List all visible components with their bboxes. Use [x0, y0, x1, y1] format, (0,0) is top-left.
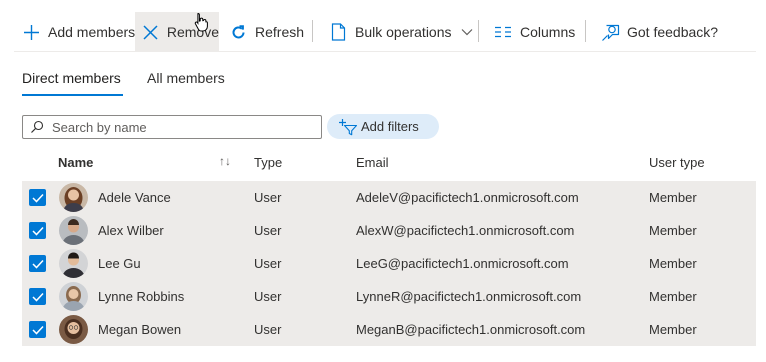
cell-email: AlexW@pacifictech1.onmicrosoft.com: [356, 223, 575, 238]
column-header-user-type[interactable]: User type: [649, 155, 705, 170]
add-members-button[interactable]: Add members: [21, 12, 135, 52]
columns-icon: [493, 22, 513, 42]
checkmark-icon: [31, 193, 44, 203]
active-tab-indicator: [22, 94, 123, 96]
filter-icon: [338, 118, 358, 136]
chevron-down-icon: [461, 28, 473, 36]
table-row[interactable]: Lee Gu User LeeG@pacifictech1.onmicrosof…: [22, 247, 756, 281]
plus-icon: [21, 22, 41, 42]
bulk-operations-label: Bulk operations: [355, 24, 452, 40]
cell-email: LynneR@pacifictech1.onmicrosoft.com: [356, 289, 582, 304]
search-box: [22, 115, 322, 139]
cell-name: Alex Wilber: [98, 223, 164, 238]
cell-name: Lee Gu: [98, 256, 141, 271]
cell-type: User: [254, 289, 282, 304]
refresh-label: Refresh: [255, 24, 305, 40]
cell-email: MeganB@pacifictech1.onmicrosoft.com: [356, 322, 586, 337]
tab-all-members[interactable]: All members: [147, 70, 225, 86]
cell-email: LeeG@pacifictech1.onmicrosoft.com: [356, 256, 569, 271]
row-checkbox[interactable]: [29, 321, 46, 338]
row-checkbox[interactable]: [29, 288, 46, 305]
search-icon: [30, 119, 46, 135]
toolbar-divider: [478, 20, 479, 42]
checkmark-icon: [31, 226, 44, 236]
toolbar-divider-line: [14, 51, 756, 52]
avatar: [59, 282, 88, 311]
avatar: [59, 216, 88, 245]
cell-user-type: Member: [649, 256, 697, 271]
add-filters-button[interactable]: Add filters: [327, 114, 439, 139]
toolbar-divider: [585, 20, 586, 42]
table-row[interactable]: Lynne Robbins User LynneR@pacifictech1.o…: [22, 280, 756, 314]
avatar: [59, 183, 88, 212]
sort-icon[interactable]: ↑↓: [219, 154, 231, 168]
row-checkbox[interactable]: [29, 222, 46, 239]
columns-button[interactable]: Columns: [493, 12, 575, 52]
row-checkbox[interactable]: [29, 189, 46, 206]
add-members-label: Add members: [48, 24, 136, 40]
search-input[interactable]: [50, 118, 314, 136]
column-header-name[interactable]: Name: [58, 155, 93, 170]
column-header-email[interactable]: Email: [356, 155, 389, 170]
hand-cursor-icon: [194, 12, 209, 37]
command-bar: Add members Remove Refresh Bulk operatio…: [0, 0, 766, 52]
feedback-icon: [600, 22, 620, 42]
cell-name: Megan Bowen: [98, 322, 182, 337]
x-icon: [142, 22, 160, 42]
row-checkbox[interactable]: [29, 255, 46, 272]
cell-name: Adele Vance: [98, 190, 171, 205]
feedback-button[interactable]: Got feedback?: [600, 12, 718, 52]
cell-type: User: [254, 190, 282, 205]
tab-direct-members[interactable]: Direct members: [22, 70, 121, 86]
avatar: [59, 315, 88, 344]
checkmark-icon: [31, 325, 44, 335]
feedback-label: Got feedback?: [627, 24, 719, 40]
cell-type: User: [254, 322, 282, 337]
cell-type: User: [254, 223, 282, 238]
cell-type: User: [254, 256, 282, 271]
document-icon: [328, 22, 348, 42]
cell-user-type: Member: [649, 223, 697, 238]
table-row[interactable]: Adele Vance User AdeleV@pacifictech1.onm…: [22, 181, 756, 215]
avatar: [59, 249, 88, 278]
remove-label: Remove: [166, 24, 219, 40]
cell-email: AdeleV@pacifictech1.onmicrosoft.com: [356, 190, 579, 205]
toolbar-divider: [312, 20, 313, 42]
cell-name: Lynne Robbins: [98, 289, 185, 304]
checkmark-icon: [31, 292, 44, 302]
columns-label: Columns: [520, 24, 576, 40]
table-row[interactable]: Megan Bowen User MeganB@pacifictech1.onm…: [22, 313, 756, 347]
bulk-operations-button[interactable]: Bulk operations: [328, 12, 473, 52]
checkmark-icon: [31, 259, 44, 269]
table-row[interactable]: Alex Wilber User AlexW@pacifictech1.onmi…: [22, 214, 756, 248]
refresh-icon: [228, 22, 248, 42]
cell-user-type: Member: [649, 190, 697, 205]
column-header-type[interactable]: Type: [254, 155, 282, 170]
add-filters-label: Add filters: [361, 119, 419, 134]
cell-user-type: Member: [649, 322, 697, 337]
cell-user-type: Member: [649, 289, 697, 304]
refresh-button[interactable]: Refresh: [228, 12, 304, 52]
